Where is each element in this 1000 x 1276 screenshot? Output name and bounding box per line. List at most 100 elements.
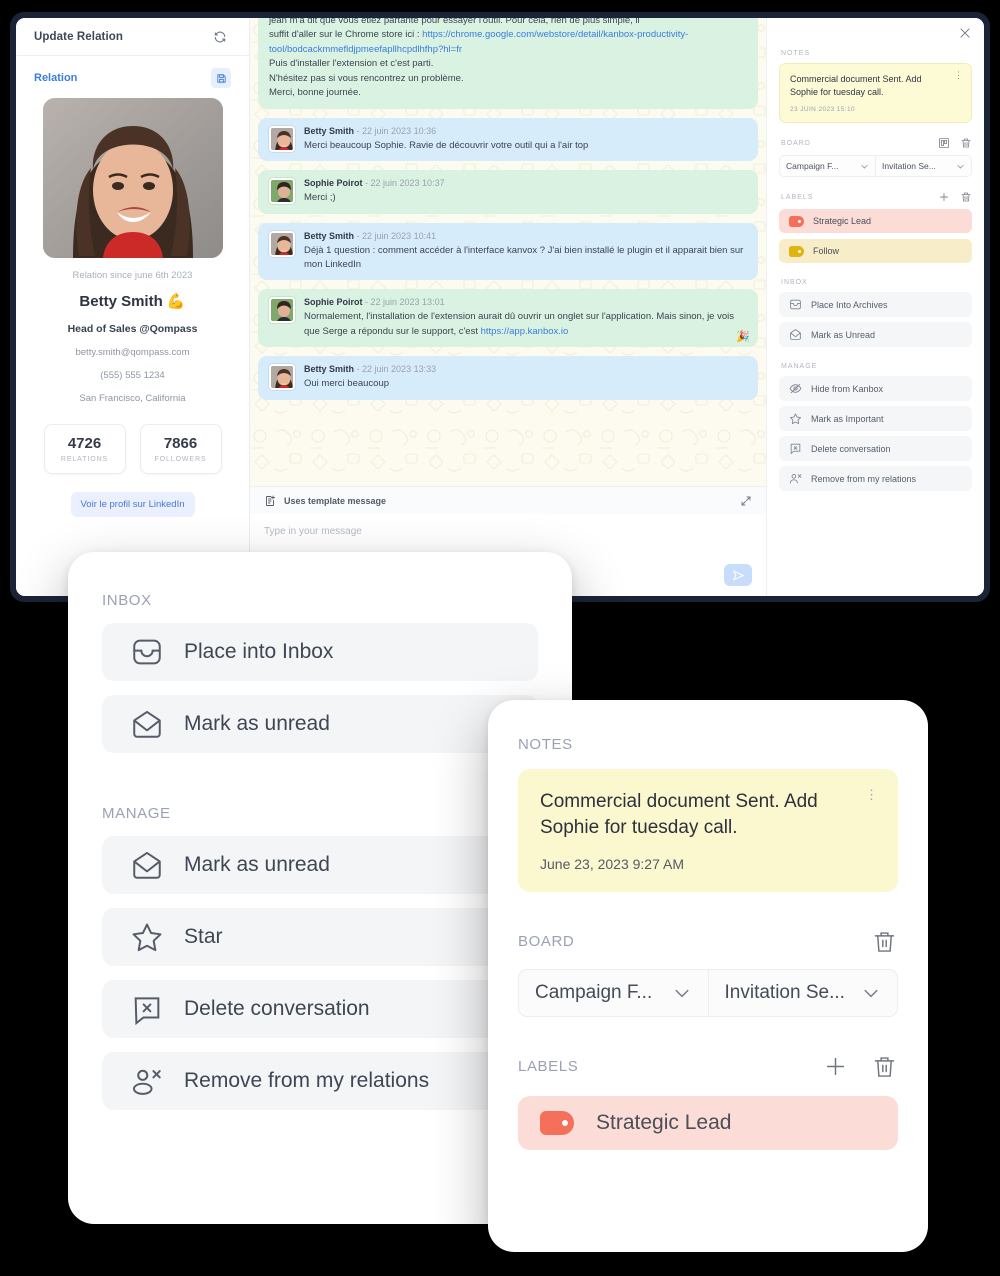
message-input-placeholder[interactable]: Type in your message bbox=[264, 526, 752, 537]
chevron-down-icon bbox=[672, 983, 692, 1003]
chevron-down-icon bbox=[860, 162, 869, 171]
action-hide-from-kanbox[interactable]: Hide from Kanbox bbox=[779, 376, 972, 402]
select-value: Invitation Se... bbox=[724, 982, 845, 1004]
chevron-down-icon bbox=[956, 162, 965, 171]
avatar bbox=[269, 178, 295, 205]
label-color-dot-icon bbox=[540, 1111, 574, 1136]
board-section-label: BOARD bbox=[781, 139, 811, 147]
avatar bbox=[269, 125, 295, 152]
template-document-icon[interactable] bbox=[264, 495, 276, 507]
send-paper-plane-icon[interactable] bbox=[724, 564, 752, 586]
person-remove-icon bbox=[130, 1064, 164, 1098]
message-header: Sophie Poirot - 22 juin 2023 13:01 bbox=[304, 297, 747, 307]
popup-board-selectors: Campaign F... Invitation Se... bbox=[518, 969, 898, 1018]
action-mark-as-unread[interactable]: Mark as Unread bbox=[779, 322, 972, 348]
profile-email: betty.smith@qompass.com bbox=[75, 347, 190, 358]
popup-action-mark-as-unread[interactable]: Mark as unread bbox=[102, 695, 538, 753]
board-section-header: BOARD bbox=[779, 137, 972, 149]
popup-labels-label: LABELS bbox=[518, 1058, 579, 1076]
message-sender: Sophie Poirot bbox=[304, 178, 363, 189]
sidebar-header: Update Relation bbox=[16, 18, 249, 56]
label-chip-follow[interactable]: Follow bbox=[779, 239, 972, 264]
message-bubble: Sophie Poirot - 22 juin 2023 10:37 Merci… bbox=[258, 170, 758, 214]
avatar bbox=[269, 297, 295, 324]
popup-action-label: Mark as unread bbox=[184, 712, 330, 735]
app-window: Update Relation Relation Relation since … bbox=[16, 18, 984, 596]
note-date: 23 JUIN 2023 15:10 bbox=[790, 106, 856, 114]
plus-icon[interactable] bbox=[822, 1053, 849, 1080]
popup-notes-label: NOTES bbox=[518, 736, 573, 753]
note-card[interactable]: Commercial document Sent. Add Sophie for… bbox=[779, 63, 972, 124]
popup-board-header: BOARD bbox=[518, 928, 898, 955]
expand-arrows-icon[interactable] bbox=[740, 495, 752, 507]
envelope-open-icon bbox=[130, 848, 164, 882]
avatar bbox=[269, 364, 295, 391]
message-link[interactable]: https://app.kanbox.io bbox=[481, 326, 569, 337]
label-text: Strategic Lead bbox=[813, 216, 872, 227]
board-campaign-select[interactable]: Campaign F... bbox=[779, 155, 876, 178]
action-label: Remove from my relations bbox=[811, 473, 917, 484]
popup-manage-delete-conversation[interactable]: Delete conversation bbox=[102, 980, 538, 1038]
popup-action-place-into-inbox[interactable]: Place into Inbox bbox=[102, 623, 538, 681]
trash-icon[interactable] bbox=[960, 137, 972, 149]
view-linkedin-profile-button[interactable]: Voir le profil sur LinkedIn bbox=[70, 492, 195, 517]
stat-label: RELATIONS bbox=[60, 456, 109, 463]
more-vertical-icon[interactable]: ⋮ bbox=[954, 70, 963, 79]
message-line: Puis d'installer l'extension et c'est pa… bbox=[269, 58, 434, 70]
label-chip-strategic-lead[interactable]: Strategic Lead bbox=[779, 209, 972, 234]
board-selectors: Campaign F... Invitation Se... bbox=[779, 155, 972, 178]
sidebar-header-title: Update Relation bbox=[34, 30, 124, 43]
popup-conversation-details: NOTES Commercial document Sent. Add Soph… bbox=[488, 700, 928, 1252]
board-step-select[interactable]: Invitation Se... bbox=[876, 155, 972, 178]
popup-manage-mark-as-unread[interactable]: Mark as unread bbox=[102, 836, 538, 894]
action-mark-as-important[interactable]: Mark as Important bbox=[779, 406, 972, 432]
inbox-section-label: INBOX bbox=[781, 279, 808, 287]
action-remove-from-relations[interactable]: Remove from my relations bbox=[779, 466, 972, 492]
message-scroll-area[interactable]: jean m'a dit que vous étiez partante pou… bbox=[250, 18, 766, 486]
stat-relations: 4726 RELATIONS bbox=[43, 424, 126, 474]
action-delete-conversation[interactable]: Delete conversation bbox=[779, 436, 972, 462]
select-value: Campaign F... bbox=[535, 982, 653, 1004]
profile-phone: (555) 555 1234 bbox=[100, 370, 165, 381]
popup-note-card[interactable]: Commercial document Sent. Add Sophie for… bbox=[518, 769, 898, 893]
template-message-bar: Uses template message bbox=[250, 486, 766, 514]
message-text: Merci ;) bbox=[304, 192, 336, 204]
message-header: Sophie Poirot - 22 juin 2023 10:37 bbox=[304, 178, 747, 188]
eye-off-icon bbox=[789, 382, 802, 395]
message-line: jean m'a dit que vous étiez partante pou… bbox=[269, 18, 640, 26]
relation-sidebar: Update Relation Relation Relation since … bbox=[16, 18, 250, 596]
refresh-icon[interactable] bbox=[209, 26, 231, 48]
trash-icon[interactable] bbox=[960, 191, 972, 203]
action-label: Mark as Important bbox=[811, 413, 884, 424]
message-bubble: jean m'a dit que vous étiez partante pou… bbox=[258, 18, 758, 109]
message-text: Oui merci beaucoup bbox=[304, 378, 390, 390]
popup-board-step-select[interactable]: Invitation Se... bbox=[708, 969, 898, 1018]
more-vertical-icon[interactable]: ⋮ bbox=[865, 788, 878, 801]
save-disk-icon[interactable] bbox=[211, 68, 231, 88]
action-label: Delete conversation bbox=[811, 443, 891, 454]
star-icon bbox=[130, 920, 164, 954]
action-place-into-archives[interactable]: Place Into Archives bbox=[779, 292, 972, 318]
popup-label-text: Strategic Lead bbox=[596, 1111, 732, 1135]
trash-icon[interactable] bbox=[871, 928, 898, 955]
plus-icon[interactable] bbox=[938, 191, 950, 203]
popup-board-campaign-select[interactable]: Campaign F... bbox=[518, 969, 709, 1018]
profile-location: San Francisco, California bbox=[79, 393, 186, 404]
popup-label-chip-strategic-lead[interactable]: Strategic Lead bbox=[518, 1096, 898, 1151]
popup-manage-label: MANAGE bbox=[102, 805, 171, 822]
person-remove-icon bbox=[789, 472, 802, 485]
select-value: Campaign F... bbox=[786, 161, 839, 172]
popup-manage-remove-from-relations[interactable]: Remove from my relations bbox=[102, 1052, 538, 1110]
action-label: Hide from Kanbox bbox=[811, 383, 884, 394]
board-kanban-icon[interactable] bbox=[938, 137, 950, 149]
profile-stats: 4726 RELATIONS 7866 FOLLOWERS bbox=[16, 424, 249, 474]
relation-section-header: Relation bbox=[16, 56, 249, 92]
popup-note-date: June 23, 2023 9:27 AM bbox=[540, 856, 684, 873]
labels-section-label: LABELS bbox=[781, 193, 814, 201]
popup-action-label: Mark as unread bbox=[184, 853, 330, 876]
popup-manage-star[interactable]: Star bbox=[102, 908, 538, 966]
trash-icon[interactable] bbox=[871, 1053, 898, 1080]
message-sender: Betty Smith bbox=[304, 364, 355, 375]
message-reaction[interactable]: 🎉 bbox=[736, 330, 750, 343]
close-icon[interactable] bbox=[958, 26, 974, 42]
